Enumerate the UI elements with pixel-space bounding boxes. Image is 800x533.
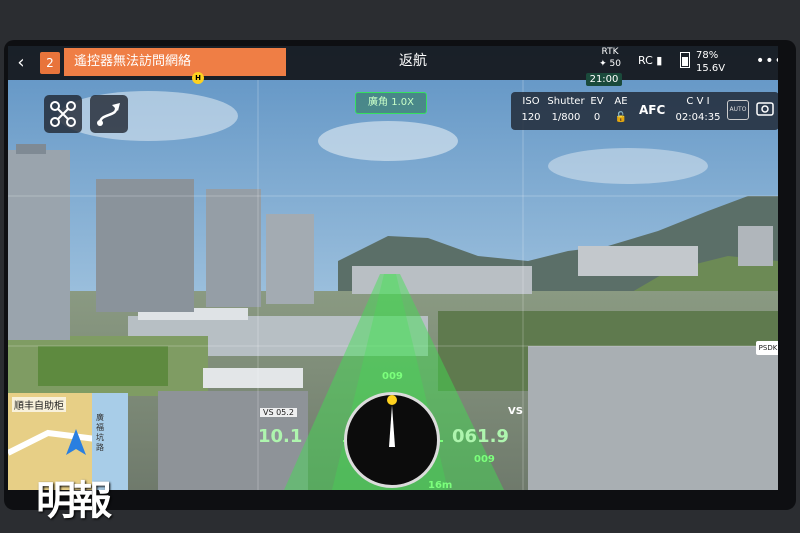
iso-setting[interactable]: ISO 120 xyxy=(517,94,545,126)
alert-count-badge[interactable]: 2 xyxy=(40,52,60,74)
route-mode-button[interactable] xyxy=(90,95,128,133)
clock-readout: 21:00 xyxy=(586,73,622,86)
satellite-icon: ✦ xyxy=(599,59,607,69)
home-point-marker: H xyxy=(192,72,204,84)
storage-label: C V I xyxy=(686,96,710,107)
attitude-compass xyxy=(344,392,440,488)
ev-value: 0 xyxy=(593,112,601,123)
rc-signal-status[interactable]: RC ▮ xyxy=(638,46,674,76)
home-direction-icon xyxy=(387,395,397,405)
horizontal-speed-readout: 10.1 xyxy=(258,426,303,447)
return-to-home-label[interactable]: 返航 xyxy=(368,46,458,76)
drone-camera-screen[interactable]: ‹ 2 遙控器無法訪問網絡 返航 RTK ✦ 50 RC ▮ 78% 15.6V xyxy=(8,46,778,490)
rtk-label: RTK xyxy=(601,47,619,57)
battery-voltage: 15.6V xyxy=(696,63,726,74)
record-time: 02:04:35 xyxy=(675,112,721,123)
drone-icon xyxy=(50,101,76,127)
ev-label: EV xyxy=(590,96,604,107)
recording-info: C V I 02:04:35 xyxy=(671,94,725,126)
ae-lock-setting[interactable]: AE 🔓 xyxy=(609,94,633,126)
auto-mode-button[interactable]: AUTO xyxy=(727,100,749,120)
iso-value: 120 xyxy=(521,112,541,123)
map-place-label: 順丰自助柜 xyxy=(12,397,66,412)
back-button[interactable]: ‹ xyxy=(10,52,32,74)
battery-readout: 78% 15.6V xyxy=(696,49,725,75)
route-icon xyxy=(97,103,120,126)
vertical-speed-label: VS 05.2 xyxy=(260,408,297,417)
zoom-indicator[interactable]: 廣角 1.0X xyxy=(355,92,427,114)
shutter-label: Shutter xyxy=(547,96,585,107)
map-road-label: 廣福坑路 xyxy=(96,413,104,452)
battery-icon xyxy=(680,52,690,68)
camera-settings-panel[interactable]: ISO 120 Shutter 1/800 EV 0 AE 🔓 AFC C V … xyxy=(511,92,778,130)
altitude-tick-label: 009 xyxy=(474,454,495,465)
battery-percent: 78% xyxy=(696,50,719,61)
more-dots-icon: ••• xyxy=(756,53,778,69)
camera-switch-icon xyxy=(756,102,774,116)
battery-level-fill xyxy=(682,57,688,66)
psdk-button[interactable]: PSDK xyxy=(756,341,778,355)
top-status-bar: ‹ 2 遙控器無法訪問網絡 返航 RTK ✦ 50 RC ▮ 78% 15.6V xyxy=(8,46,778,80)
heading-readout: 009 xyxy=(382,371,403,382)
altitude-readout: 061.9 xyxy=(452,426,509,447)
battery-status[interactable]: 78% 15.6V xyxy=(680,46,748,76)
rtk-status[interactable]: RTK ✦ 50 xyxy=(590,46,630,76)
rtk-count-value: 50 xyxy=(609,59,621,69)
alert-banner[interactable]: 遙控器無法訪問網絡 xyxy=(64,48,286,76)
rc-label: RC xyxy=(638,54,653,67)
focus-mode[interactable]: AFC xyxy=(639,100,665,120)
drone-mode-button[interactable] xyxy=(44,95,82,133)
iso-label: ISO xyxy=(522,96,540,107)
distance-readout: 16m xyxy=(428,480,453,490)
camera-switch-button[interactable] xyxy=(755,98,775,120)
lock-icon: 🔓 xyxy=(614,112,628,123)
compass-needle-icon xyxy=(389,405,395,447)
shutter-value: 1/800 xyxy=(551,112,581,123)
vs-right-label: VS xyxy=(508,406,523,417)
rtk-satellite-count: ✦ 50 xyxy=(590,58,630,70)
ae-label: AE xyxy=(614,96,628,107)
signal-bars-icon: ▮ xyxy=(656,54,663,67)
chevron-left-icon: ‹ xyxy=(17,52,25,73)
shutter-setting[interactable]: Shutter 1/800 xyxy=(547,94,585,126)
more-menu-button[interactable]: ••• xyxy=(756,50,778,72)
ev-setting[interactable]: EV 0 xyxy=(587,94,607,126)
watermark-logo: 明報 xyxy=(36,477,112,524)
